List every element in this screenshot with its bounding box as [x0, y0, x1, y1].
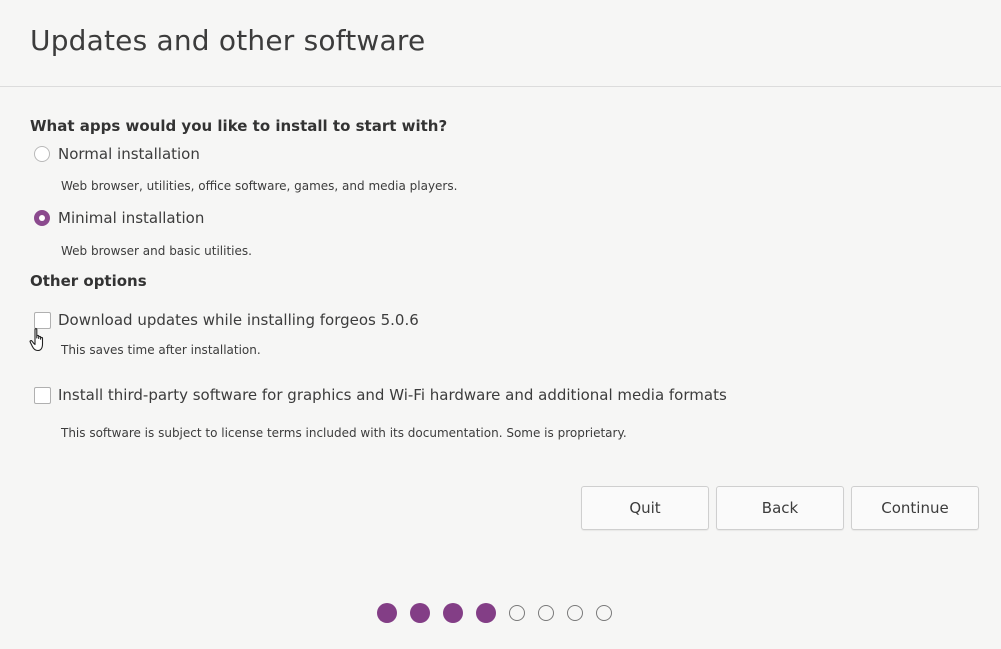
download-updates-description: This saves time after installation.: [61, 343, 261, 357]
progress-dot: [567, 605, 583, 621]
progress-dot: [538, 605, 554, 621]
download-updates-checkbox[interactable]: [34, 311, 51, 329]
third-party-software-checkbox[interactable]: [34, 386, 51, 404]
minimal-installation-label: Minimal installation: [58, 209, 205, 227]
third-party-software-label: Install third-party software for graphic…: [58, 386, 727, 404]
back-button[interactable]: Back: [716, 486, 844, 530]
minimal-installation-radio[interactable]: [34, 210, 50, 226]
hand-pointer-icon: [29, 328, 44, 352]
continue-button[interactable]: Continue: [851, 486, 979, 530]
progress-dot: [443, 603, 463, 623]
download-updates-option[interactable]: Download updates while installing forgeo…: [34, 311, 419, 329]
third-party-software-option[interactable]: Install third-party software for graphic…: [34, 386, 727, 404]
normal-installation-label: Normal installation: [58, 145, 200, 163]
progress-dot: [377, 603, 397, 623]
third-party-software-description: This software is subject to license term…: [61, 426, 627, 440]
header: Updates and other software: [0, 0, 1001, 87]
normal-installation-description: Web browser, utilities, office software,…: [61, 179, 458, 193]
quit-button[interactable]: Quit: [581, 486, 709, 530]
progress-dot: [410, 603, 430, 623]
apps-section-heading: What apps would you like to install to s…: [30, 117, 448, 135]
normal-installation-radio[interactable]: [34, 146, 50, 162]
minimal-installation-option[interactable]: Minimal installation: [34, 209, 204, 227]
normal-installation-option[interactable]: Normal installation: [34, 145, 200, 163]
page-title: Updates and other software: [30, 24, 426, 57]
progress-dot: [596, 605, 612, 621]
progress-dot: [476, 603, 496, 623]
progress-dot: [509, 605, 525, 621]
minimal-installation-description: Web browser and basic utilities.: [61, 244, 252, 258]
progress-dots: [377, 603, 612, 623]
other-options-heading: Other options: [30, 272, 147, 290]
download-updates-label: Download updates while installing forgeo…: [58, 311, 419, 329]
